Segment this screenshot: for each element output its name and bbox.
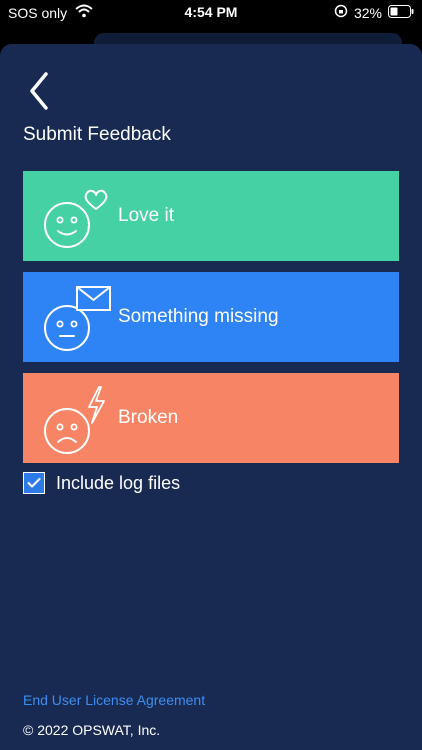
status-bar: SOS only 4:54 PM 32%: [0, 0, 422, 24]
something-missing-button[interactable]: Something missing: [23, 272, 399, 362]
chevron-left-icon: [30, 72, 48, 110]
neutral-mail-icon: [44, 286, 111, 351]
eula-link[interactable]: End User License Agreement: [23, 692, 205, 708]
something-missing-label: Something missing: [118, 306, 279, 327]
broken-label: Broken: [118, 407, 179, 428]
broken-button[interactable]: Broken: [23, 373, 399, 463]
include-log-files-checkbox[interactable]: [23, 472, 45, 494]
back-button[interactable]: [22, 66, 58, 110]
checkmark-icon: [27, 478, 41, 488]
smile-heart-icon: [44, 189, 108, 248]
page-title: Submit Feedback: [23, 124, 171, 145]
status-right: 32%: [334, 4, 414, 21]
sad-lightning-icon: [44, 386, 105, 454]
orientation-lock-icon: [334, 4, 348, 21]
include-log-files-label: Include log files: [56, 472, 181, 493]
battery-text: 32%: [353, 4, 382, 21]
battery-icon: [388, 4, 414, 21]
include-log-files-row[interactable]: Include log files: [23, 472, 180, 494]
love-it-button[interactable]: Love it: [23, 171, 399, 261]
copyright-text: © 2022 OPSWAT, Inc.: [23, 722, 161, 738]
love-it-label: Love it: [118, 205, 174, 226]
feedback-sheet: Submit Feedback Love it Something missin…: [0, 44, 422, 750]
